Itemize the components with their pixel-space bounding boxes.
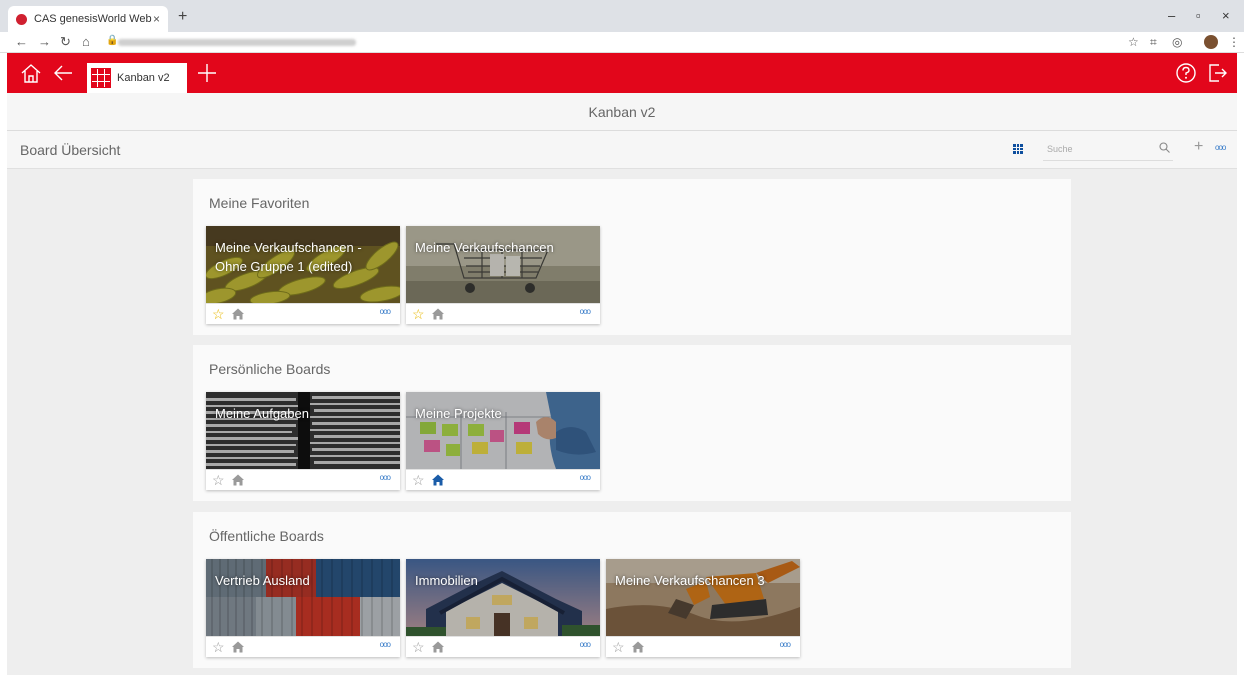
search-box: [1043, 139, 1173, 161]
help-icon[interactable]: [1174, 53, 1198, 93]
page-title: Kanban v2: [7, 93, 1237, 131]
kanban-board-icon: [91, 68, 111, 88]
url-field[interactable]: [118, 39, 356, 46]
section-title: Persönliche Boards: [209, 361, 331, 377]
paper-stacks-image: Meine Aufgaben: [206, 392, 400, 469]
new-tab-button[interactable]: +: [178, 8, 187, 26]
board-card[interactable]: Meine Verkaufschancen ☆ ooo: [406, 226, 600, 324]
profile-avatar[interactable]: [1204, 35, 1218, 49]
app-tab-label: Kanban v2: [117, 72, 170, 84]
search-input[interactable]: [1043, 139, 1143, 159]
bookmark-star-icon[interactable]: ☆: [1128, 35, 1139, 49]
card-footer: ☆ ooo: [206, 303, 400, 324]
search-icon[interactable]: [1159, 142, 1170, 156]
cas-favicon-icon: [16, 13, 27, 25]
forward-arrow-icon[interactable]: →: [38, 34, 51, 49]
close-window-button[interactable]: ×: [1222, 8, 1230, 23]
home-board-icon[interactable]: [231, 473, 245, 487]
board-toolbar: Board Übersicht + ooo: [7, 131, 1237, 169]
card-footer: ☆ ooo: [206, 469, 400, 490]
card-footer: ☆ ooo: [406, 469, 600, 490]
address-bar: ← → ↻ ⌂ 🔒 ☆ ⌗ ◎ ⋮: [0, 32, 1244, 53]
board-overview-title: Board Übersicht: [20, 142, 121, 158]
restore-button[interactable]: ▫: [1196, 8, 1201, 23]
card-title: Meine Verkaufschancen 3: [615, 573, 765, 588]
favorite-star-icon[interactable]: ☆: [212, 638, 225, 656]
card-title: Vertrieb Ausland: [215, 573, 310, 588]
minimize-button[interactable]: –: [1168, 8, 1175, 23]
logout-icon[interactable]: [1205, 53, 1229, 93]
section-favorites: Meine Favoriten Meine Verkaufschancen - …: [193, 179, 1071, 335]
card-menu-icon[interactable]: ooo: [380, 307, 391, 316]
card-footer: ☆ ooo: [606, 636, 800, 657]
card-footer: ☆ ooo: [406, 636, 600, 657]
card-menu-icon[interactable]: ooo: [380, 640, 391, 649]
board-card[interactable]: Vertrieb Ausland ☆ ooo: [206, 559, 400, 657]
card-title: Meine Projekte: [415, 406, 502, 421]
board-overview-area: Meine Favoriten Meine Verkaufschancen - …: [7, 169, 1237, 675]
shipping-containers-image: Vertrieb Ausland: [206, 559, 400, 636]
card-title: Meine Verkaufschancen - Ohne Gruppe 1 (e…: [215, 240, 362, 274]
kanban-desk-image: Meine Projekte: [406, 392, 600, 469]
card-title: Meine Verkaufschancen: [415, 240, 554, 255]
card-menu-icon[interactable]: ooo: [580, 640, 591, 649]
cast-icon[interactable]: ⌗: [1150, 35, 1157, 50]
browser-menu-icon[interactable]: ⋮: [1228, 35, 1240, 49]
app-tab-kanban[interactable]: Kanban v2: [87, 63, 187, 93]
board-card[interactable]: Meine Verkaufschancen - Ohne Gruppe 1 (e…: [206, 226, 400, 324]
card-menu-icon[interactable]: ooo: [780, 640, 791, 649]
section-title: Öffentliche Boards: [209, 528, 324, 544]
home-board-icon-active[interactable]: [431, 473, 445, 487]
board-card[interactable]: Immobilien ☆ ooo: [406, 559, 600, 657]
back-arrow-icon[interactable]: [51, 53, 75, 93]
board-card[interactable]: Meine Verkaufschancen 3 ☆ ooo: [606, 559, 800, 657]
shopping-cart-image: Meine Verkaufschancen: [406, 226, 600, 303]
browser-tab-strip: CAS genesisWorld Web × + – ▫ ×: [0, 0, 1244, 32]
home-board-icon[interactable]: [431, 640, 445, 654]
card-menu-icon[interactable]: ooo: [580, 307, 591, 316]
card-title: Meine Aufgaben: [215, 406, 309, 421]
favorite-star-icon[interactable]: ☆: [412, 638, 425, 656]
lock-icon: 🔒: [106, 35, 119, 46]
favorite-star-icon[interactable]: ☆: [412, 305, 425, 323]
home-board-icon[interactable]: [231, 640, 245, 654]
home-board-icon[interactable]: [631, 640, 645, 654]
house-image: Immobilien: [406, 559, 600, 636]
add-tab-icon[interactable]: [195, 53, 219, 93]
favorite-star-icon[interactable]: ☆: [412, 471, 425, 489]
app-header: Kanban v2: [7, 53, 1237, 93]
browser-tab[interactable]: CAS genesisWorld Web ×: [8, 6, 168, 32]
section-title: Meine Favoriten: [209, 195, 310, 211]
board-card[interactable]: Meine Aufgaben ☆ ooo: [206, 392, 400, 490]
favorite-star-icon[interactable]: ☆: [212, 305, 225, 323]
add-board-button[interactable]: +: [1194, 138, 1203, 156]
section-public-boards: Öffentliche Boards Vertrieb Ausland ☆ oo…: [193, 512, 1071, 668]
home-board-icon[interactable]: [231, 307, 245, 321]
favorite-star-icon[interactable]: ☆: [212, 471, 225, 489]
browser-tab-title: CAS genesisWorld Web: [34, 13, 152, 25]
back-arrow-icon[interactable]: ←: [15, 34, 28, 49]
tab-close-icon[interactable]: ×: [153, 12, 160, 26]
card-menu-icon[interactable]: ooo: [580, 473, 591, 482]
board-card[interactable]: Meine Projekte ☆ ooo: [406, 392, 600, 490]
more-options-icon[interactable]: ooo: [1215, 143, 1226, 152]
card-footer: ☆ ooo: [206, 636, 400, 657]
tile-view-icon[interactable]: [1013, 144, 1023, 154]
home-icon[interactable]: ⌂: [82, 34, 90, 49]
home-icon[interactable]: [19, 53, 43, 93]
section-personal-boards: Persönliche Boards Meine Aufgaben ☆ ooo …: [193, 345, 1071, 501]
extension-icon[interactable]: ◎: [1172, 35, 1182, 49]
card-footer: ☆ ooo: [406, 303, 600, 324]
excavator-image: Meine Verkaufschancen 3: [606, 559, 800, 636]
bananas-image: Meine Verkaufschancen - Ohne Gruppe 1 (e…: [206, 226, 400, 303]
card-title: Immobilien: [415, 573, 478, 588]
favorite-star-icon[interactable]: ☆: [612, 638, 625, 656]
home-board-icon[interactable]: [431, 307, 445, 321]
reload-icon[interactable]: ↻: [60, 34, 71, 50]
card-menu-icon[interactable]: ooo: [380, 473, 391, 482]
